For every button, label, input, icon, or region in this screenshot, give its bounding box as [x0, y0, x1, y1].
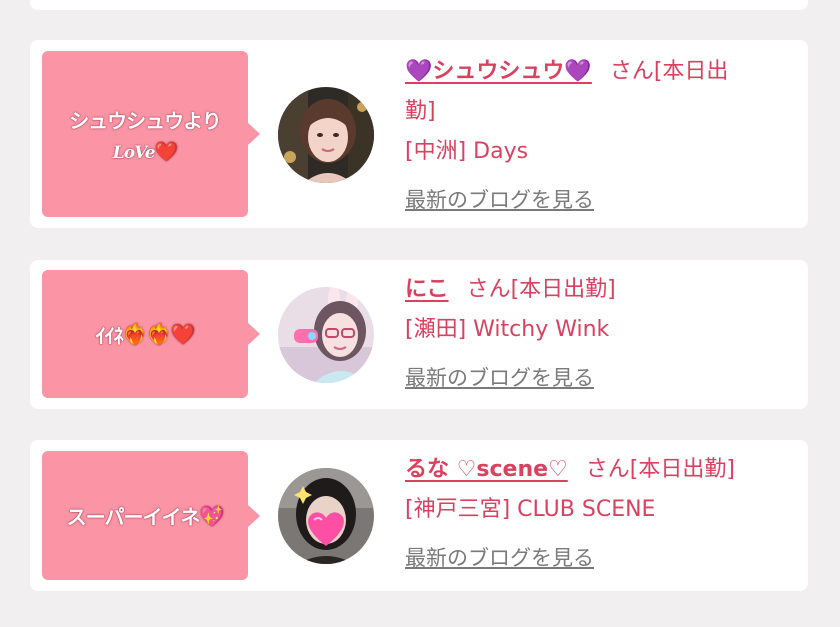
like-card: シュウシュウより LoVe❤️ 💜シュウシュウ💜 さん[本日出 勤] [中洲] D…	[30, 40, 808, 228]
message-bubble: ｲｲﾈ ❤️‍🔥❤️‍🔥❤️	[42, 270, 260, 398]
girl-with-bunny-ears-portrait-icon	[278, 287, 374, 383]
heart-on-fire-icon: ❤️‍🔥❤️‍🔥❤️	[122, 322, 196, 346]
blog-link[interactable]: 最新のブログを見る	[405, 546, 594, 570]
girl-name-link[interactable]: るな ♡scene♡	[405, 457, 568, 482]
blog-link[interactable]: 最新のブログを見る	[405, 188, 594, 212]
woman-portrait-icon	[278, 87, 374, 183]
message-bubble: シュウシュウより LoVe❤️	[42, 51, 260, 217]
shop-name: [瀬田] Witchy Wink	[405, 317, 610, 342]
sparkling-heart-icon: 💖	[199, 503, 224, 528]
previous-card-edge	[30, 0, 808, 10]
status-text-continued: 勤]	[405, 99, 436, 124]
message-bubble: スーパーイイネ 💖	[42, 451, 260, 580]
shop-name: [神戸三宮] CLUB SCENE	[405, 497, 656, 522]
status-text: さん[本日出勤]	[466, 277, 616, 302]
status-text: さん[本日出勤]	[585, 457, 735, 482]
avatar[interactable]	[278, 287, 374, 383]
blog-link[interactable]: 最新のブログを見る	[405, 366, 594, 390]
girl-name-link[interactable]: 💜シュウシュウ💜	[405, 59, 592, 84]
message-text: シュウシュウより	[69, 109, 222, 133]
like-card: ｲｲﾈ ❤️‍🔥❤️‍🔥❤️ にこ さん[本日出勤] [瀬田] Witchy Win…	[30, 260, 808, 409]
message-text: ｲｲﾈ	[95, 323, 124, 348]
avatar[interactable]	[278, 87, 374, 183]
heart-covered-face-portrait-icon	[278, 468, 374, 564]
love-text: LoVe	[112, 143, 156, 163]
purple-heart-icon: 💜	[405, 59, 433, 84]
heart-icon: ❤️	[154, 141, 179, 163]
post-info: るな ♡scene♡ さん[本日出勤] [神戸三宮] CLUB SCENE 最新の…	[405, 450, 785, 579]
status-text: さん[本日出	[609, 59, 729, 84]
post-info: 💜シュウシュウ💜 さん[本日出 勤] [中洲] Days 最新のブログを見る	[405, 52, 785, 221]
girl-name-link[interactable]: にこ	[405, 277, 449, 302]
purple-heart-icon: 💜	[564, 59, 592, 84]
shop-name: [中洲] Days	[405, 139, 529, 164]
like-card: スーパーイイネ 💖 るな ♡scene♡ さん[本日出勤] [神戸三宮] CLUB …	[30, 440, 808, 591]
post-info: にこ さん[本日出勤] [瀬田] Witchy Wink 最新のブログを見る	[405, 270, 785, 399]
avatar[interactable]	[278, 468, 374, 564]
message-text: スーパーイイネ	[66, 505, 201, 529]
